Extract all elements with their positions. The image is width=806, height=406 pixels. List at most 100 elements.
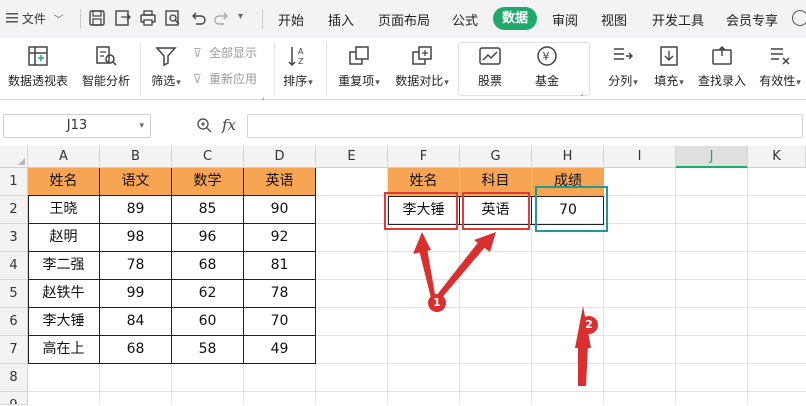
tab-insert[interactable]: 插入 xyxy=(328,10,354,29)
row-header-7[interactable]: 7 xyxy=(0,336,28,364)
hamburger-icon xyxy=(6,12,18,26)
search-icon[interactable] xyxy=(792,10,806,26)
row-header-1[interactable]: 1 xyxy=(0,168,28,196)
tab-member[interactable]: 会员专享 xyxy=(726,10,778,29)
column-header-a[interactable]: A xyxy=(28,146,100,168)
table1-cell[interactable]: 90 xyxy=(244,196,316,224)
ribbon-toolbar: 数据透视表 智能分析 筛选▾ ⊽ 全部显示 ⊽ 重新应用 ⌟ AZ 排序▾ 重复项▾ xyxy=(0,38,806,101)
fund-button[interactable]: ¥ 基金 xyxy=(527,44,567,89)
grid-line xyxy=(675,168,676,405)
table1-cell[interactable]: 70 xyxy=(244,308,316,336)
table1-cell[interactable]: 84 xyxy=(100,308,172,336)
tab-home[interactable]: 开始 xyxy=(278,10,304,29)
save-icon[interactable] xyxy=(88,9,106,27)
expand-icon[interactable]: ⌟ xyxy=(261,92,265,101)
tab-page-layout[interactable]: 页面布局 xyxy=(378,10,430,29)
fx-icon[interactable]: fx xyxy=(222,116,236,134)
table1-header-name[interactable]: 姓名 xyxy=(28,168,100,196)
row-header-4[interactable]: 4 xyxy=(0,252,28,280)
caret-down-icon: ▾ xyxy=(796,78,801,88)
table1-cell[interactable]: 李大锤 xyxy=(28,308,100,336)
reapply-button[interactable]: ⊽ 重新应用 xyxy=(193,70,257,87)
column-header-k[interactable]: K xyxy=(748,146,806,168)
column-header-g[interactable]: G xyxy=(460,146,532,168)
tab-view[interactable]: 视图 xyxy=(601,10,627,29)
table1-cell[interactable]: 赵明 xyxy=(28,224,100,252)
table1-cell[interactable]: 49 xyxy=(244,336,316,364)
reapply-icon: ⊽ xyxy=(193,72,202,86)
expand-icon[interactable]: ⌟ xyxy=(580,88,584,97)
filter-icon xyxy=(154,44,178,68)
export-icon[interactable] xyxy=(114,9,132,27)
smart-analysis-button[interactable]: 智能分析 xyxy=(80,44,132,89)
table1-cell[interactable]: 85 xyxy=(172,196,244,224)
data-compare-button[interactable]: 数据对比▾ xyxy=(393,44,451,89)
redo-icon[interactable] xyxy=(213,9,231,27)
row-header-8[interactable]: 8 xyxy=(0,364,28,392)
select-all-corner[interactable] xyxy=(0,146,28,168)
arrowhead-name xyxy=(413,232,431,254)
stock-button[interactable]: 股票 xyxy=(470,44,510,89)
duplicates-button[interactable]: 重复项▾ xyxy=(335,44,383,89)
formula-input[interactable] xyxy=(247,114,803,138)
table1-cell[interactable]: 62 xyxy=(172,280,244,308)
menu-bar: 文件 ﹀ ▾ 开始 插入 页面布局 公式 数据 审阅 视图 开发工具 会员专享 xyxy=(0,0,806,38)
table1-cell[interactable]: 78 xyxy=(244,280,316,308)
column-header-f[interactable]: F xyxy=(388,146,460,168)
name-box[interactable]: J13 ▾ xyxy=(3,114,151,138)
table1-cell[interactable]: 60 xyxy=(172,308,244,336)
tab-formulas[interactable]: 公式 xyxy=(452,10,478,29)
pivot-table-button[interactable]: 数据透视表 xyxy=(6,44,70,89)
table1-cell[interactable]: 96 xyxy=(172,224,244,252)
table1-cell[interactable]: 李二强 xyxy=(28,252,100,280)
table1-cell[interactable]: 81 xyxy=(244,252,316,280)
arrow-to-subject xyxy=(436,240,486,300)
table1-cell[interactable]: 78 xyxy=(100,252,172,280)
print-preview-icon[interactable] xyxy=(164,9,182,27)
pivot-table-icon xyxy=(26,44,50,68)
row-header-6[interactable]: 6 xyxy=(0,308,28,336)
tab-review[interactable]: 审阅 xyxy=(552,10,578,29)
tab-developer[interactable]: 开发工具 xyxy=(652,10,704,29)
table1-header-english[interactable]: 英语 xyxy=(244,168,316,196)
column-header-c[interactable]: C xyxy=(172,146,244,168)
column-header-e[interactable]: E xyxy=(316,146,388,168)
table1-header-math[interactable]: 数学 xyxy=(172,168,244,196)
row-header-3[interactable]: 3 xyxy=(0,224,28,252)
table1-cell[interactable]: 高在上 xyxy=(28,336,100,364)
table1-cell[interactable]: 68 xyxy=(100,336,172,364)
table1-header-chinese[interactable]: 语文 xyxy=(100,168,172,196)
column-header-i[interactable]: I xyxy=(604,146,676,168)
lookup-entry-button[interactable]: 查找录入 xyxy=(697,44,747,89)
print-icon[interactable] xyxy=(139,9,157,27)
table1-cell[interactable]: 89 xyxy=(100,196,172,224)
table1-cell[interactable]: 99 xyxy=(100,280,172,308)
table1-cell[interactable]: 68 xyxy=(172,252,244,280)
row-header-2[interactable]: 2 xyxy=(0,196,28,224)
split-column-button[interactable]: 分列▾ xyxy=(606,44,640,89)
row-header-9[interactable]: 9 xyxy=(0,392,28,405)
stock-label: 股票 xyxy=(477,74,502,88)
sort-button[interactable]: AZ 排序▾ xyxy=(280,44,316,89)
fill-button[interactable]: 填充▾ xyxy=(652,44,686,89)
show-all-button[interactable]: ⊽ 全部显示 xyxy=(193,44,257,61)
table1-cell[interactable]: 58 xyxy=(172,336,244,364)
validity-button[interactable]: 有效性▾ xyxy=(757,44,803,89)
data-compare-label: 数据对比 xyxy=(395,74,444,88)
undo-icon[interactable] xyxy=(189,9,207,27)
column-header-b[interactable]: B xyxy=(100,146,172,168)
table1-cell[interactable]: 92 xyxy=(244,224,316,252)
filter-button[interactable]: 筛选▾ xyxy=(148,44,184,89)
row-header-5[interactable]: 5 xyxy=(0,280,28,308)
table1-cell[interactable]: 98 xyxy=(100,224,172,252)
column-header-d[interactable]: D xyxy=(244,146,316,168)
chevron-down-icon[interactable]: ▾ xyxy=(238,11,243,22)
table1-cell[interactable]: 赵铁牛 xyxy=(28,280,100,308)
table1-cell[interactable]: 王晓 xyxy=(28,196,100,224)
zoom-icon[interactable] xyxy=(196,117,212,133)
file-menu[interactable]: 文件 ﹀ xyxy=(6,10,64,27)
chevron-down-icon[interactable]: ▾ xyxy=(139,115,144,137)
tab-data[interactable]: 数据 xyxy=(493,7,538,30)
column-header-j[interactable]: J xyxy=(676,146,748,168)
column-header-h[interactable]: H xyxy=(532,146,604,168)
